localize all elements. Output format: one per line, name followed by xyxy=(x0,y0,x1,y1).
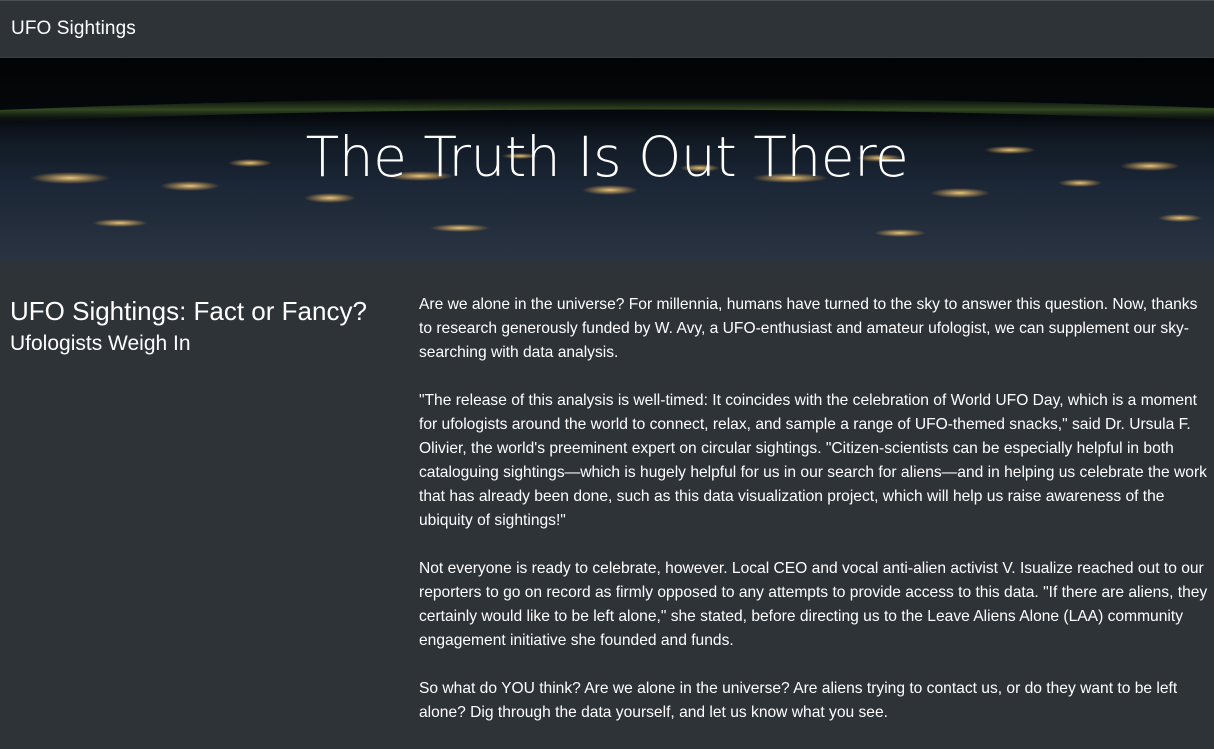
navbar-brand-link[interactable]: UFO Sightings xyxy=(11,18,136,40)
article-body: Are we alone in the universe? For millen… xyxy=(419,293,1211,749)
hero-title: The Truth Is Out There xyxy=(305,125,909,189)
page-heading: UFO Sightings: Fact or Fancy? xyxy=(10,296,367,326)
article-paragraph-1: Are we alone in the universe? For millen… xyxy=(419,296,1198,361)
hero-banner: The Truth Is Out There xyxy=(0,58,1214,261)
article-paragraph-2: "The release of this analysis is well-ti… xyxy=(419,392,1207,529)
sidebar-column: UFO Sightings: Fact or Fancy? Ufologists… xyxy=(10,295,400,358)
main-content: UFO Sightings: Fact or Fancy? Ufologists… xyxy=(0,261,1214,741)
article-paragraph-3: Not everyone is ready to celebrate, howe… xyxy=(419,560,1208,649)
article-paragraph-4: So what do YOU think? Are we alone in th… xyxy=(419,680,1178,721)
top-navbar: UFO Sightings xyxy=(0,0,1214,58)
page-subheading: Ufologists Weigh In xyxy=(10,332,191,355)
